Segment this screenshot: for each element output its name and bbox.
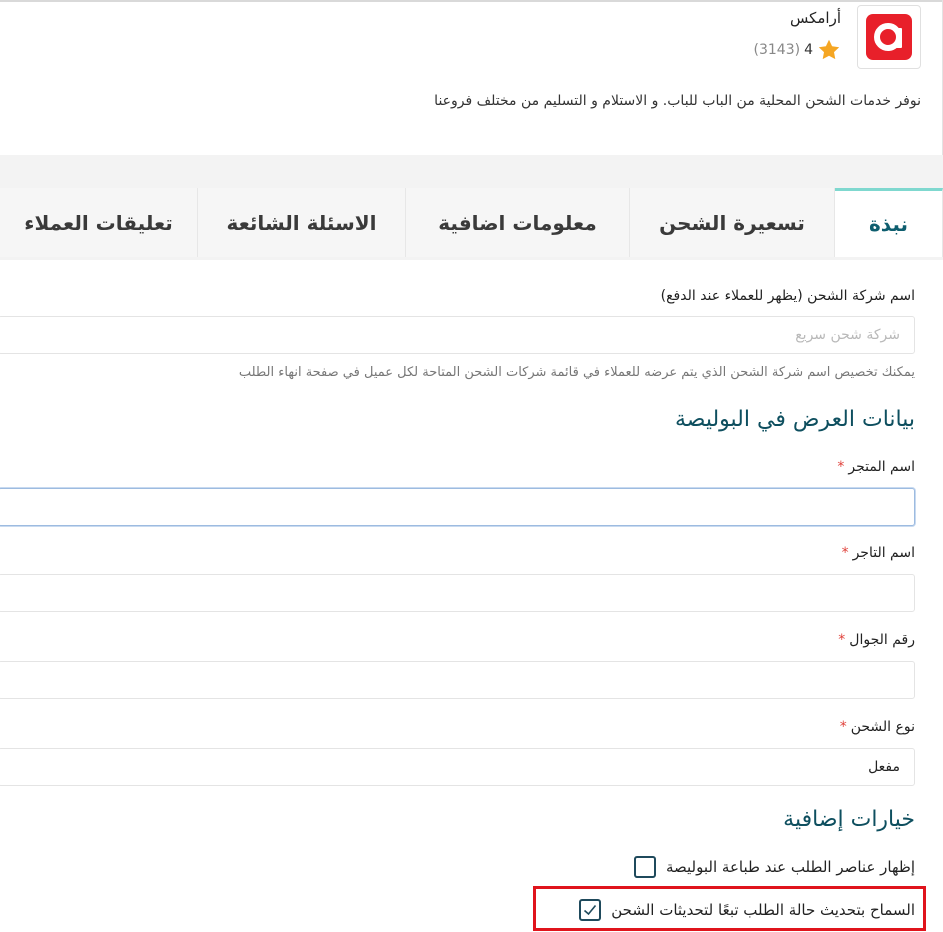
star-icon — [818, 39, 840, 60]
tab-additional-info[interactable]: معلومات اضافية — [406, 188, 630, 257]
tab-faq[interactable]: الاسئلة الشائعة — [198, 188, 406, 257]
show-items-option[interactable]: إظهار عناصر الطلب عند طباعة البوليصة — [633, 856, 915, 878]
mobile-label-text: رقم الجوال — [849, 632, 915, 648]
required-mark: * — [838, 632, 846, 648]
rating-value: 4 — [804, 42, 813, 58]
provider-rating: 4 (3143) — [754, 38, 841, 62]
merchant-name-label-text: اسم التاجر — [852, 545, 915, 561]
waybill-section-title: بيانات العرض في البوليصة — [674, 407, 915, 432]
required-mark: * — [841, 545, 849, 561]
shipping-type-label: نوع الشحن* — [840, 719, 915, 735]
merchant-name-label: اسم التاجر* — [842, 545, 915, 561]
rating-count: (3143) — [753, 42, 801, 58]
shipping-type-label-text: نوع الشحن — [850, 719, 915, 735]
mobile-input[interactable] — [0, 661, 915, 699]
show-items-label: إظهار عناصر الطلب عند طباعة البوليصة — [665, 858, 915, 876]
extra-options-title: خيارات إضافية — [783, 807, 915, 832]
shipping-company-help: يمكنك تخصيص اسم شركة الشحن الذي يتم عرضه… — [238, 365, 915, 380]
shipping-company-label: اسم شركة الشحن (يظهر للعملاء عند الدفع) — [660, 288, 915, 304]
store-name-label-text: اسم المتجر — [848, 459, 915, 475]
merchant-name-input[interactable] — [0, 574, 915, 612]
top-divider — [0, 0, 943, 2]
required-mark: * — [839, 719, 847, 735]
aramex-logo-icon — [866, 14, 912, 60]
required-mark: * — [837, 459, 845, 475]
show-items-checkbox[interactable] — [633, 856, 656, 878]
tab-shipping-pricing[interactable]: تسعيرة الشحن — [630, 188, 835, 257]
shipping-type-input[interactable] — [0, 748, 915, 786]
highlight-box — [533, 886, 926, 931]
mobile-label: رقم الجوال* — [838, 632, 915, 648]
store-name-label: اسم المتجر* — [837, 459, 915, 475]
provider-description: نوفر خدمات الشحن المحلية من الباب للباب.… — [434, 93, 921, 109]
tab-bar: نبذة تسعيرة الشحن معلومات اضافية الاسئلة… — [0, 188, 943, 257]
provider-name: أرامكس — [789, 9, 841, 27]
aramex-logo — [857, 5, 921, 69]
tab-overview[interactable]: نبذة — [835, 188, 943, 257]
store-name-input[interactable] — [0, 488, 915, 526]
tab-customer-reviews[interactable]: تعليقات العملاء — [0, 188, 198, 257]
shipping-company-input[interactable] — [0, 316, 915, 354]
